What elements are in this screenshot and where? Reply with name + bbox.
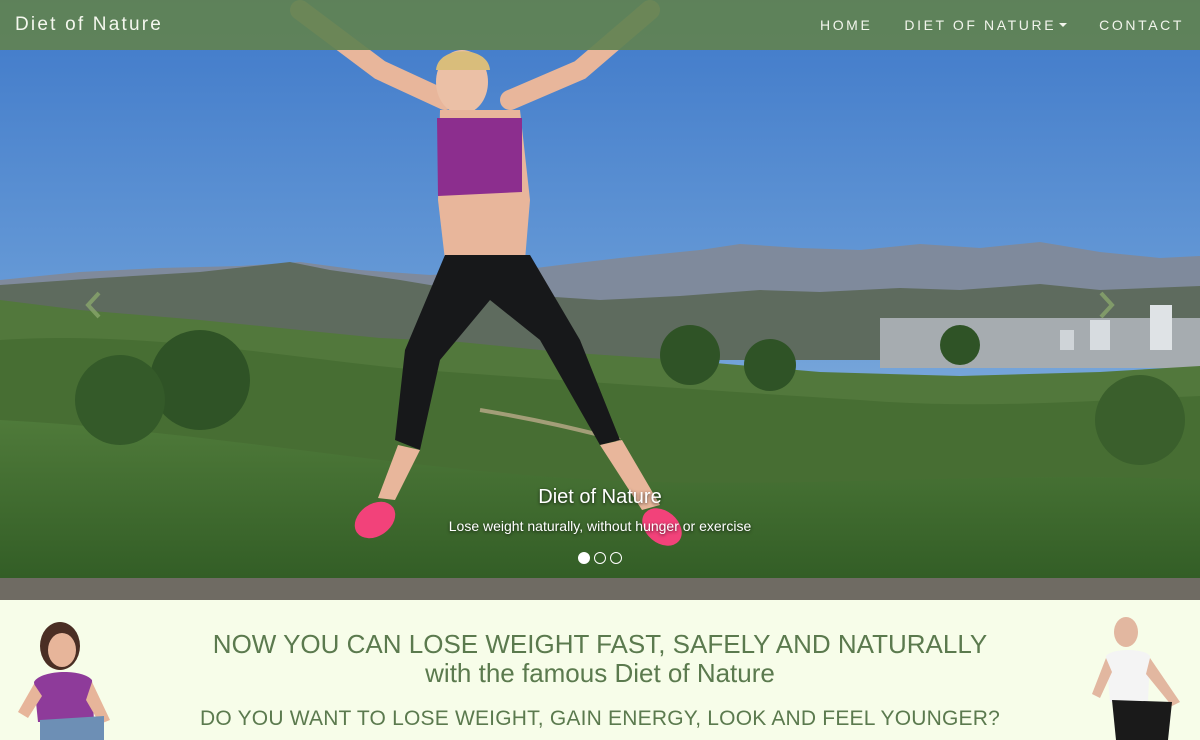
headline-line-1: NOW YOU CAN LOSE WEIGHT FAST, SAFELY AND…	[212, 629, 988, 659]
carousel-indicator-1[interactable]	[578, 552, 590, 564]
carousel-caption: Diet of Nature Lose weight naturally, wi…	[0, 486, 1200, 534]
nav-menu: HOME DIET OF NATURE CONTACT	[804, 0, 1200, 50]
nav-home-link[interactable]: HOME	[804, 0, 888, 50]
carousel-prev-button[interactable]	[78, 285, 108, 325]
nav-home-label: HOME	[819, 17, 873, 33]
caret-down-icon	[1059, 23, 1068, 27]
nav-diet-label: DIET OF NATURE	[904, 17, 1057, 33]
carousel-indicator-3[interactable]	[610, 552, 622, 564]
nav-diet-dropdown[interactable]: DIET OF NATURE	[888, 0, 1083, 50]
hero-carousel: Diet of Nature Lose weight naturally, wi…	[0, 0, 1200, 600]
carousel-indicator-2[interactable]	[594, 552, 606, 564]
top-navbar: Diet of Nature HOME DIET OF NATURE CONTA…	[0, 0, 1200, 50]
intro-subheadline: DO YOU WANT TO LOSE WEIGHT, GAIN ENERGY,…	[200, 707, 1000, 730]
intro-section: NOW YOU CAN LOSE WEIGHT FAST, SAFELY AND…	[0, 600, 1200, 740]
headline-line-2: with the famous Diet of Nature	[425, 658, 775, 688]
nav-contact-label: CONTACT	[1099, 17, 1184, 33]
intro-headline: NOW YOU CAN LOSE WEIGHT FAST, SAFELY AND…	[0, 630, 1200, 688]
brand-link[interactable]: Diet of Nature	[0, 14, 163, 36]
carousel-next-button[interactable]	[1092, 285, 1122, 325]
nav-contact-link[interactable]: CONTACT	[1083, 0, 1184, 50]
caption-title: Diet of Nature	[538, 486, 662, 508]
chevron-right-icon	[1099, 291, 1115, 319]
carousel-indicators	[0, 552, 1200, 564]
man-before-after-image	[1092, 617, 1180, 740]
caption-text: Lose weight naturally, without hunger or…	[448, 518, 752, 534]
chevron-left-icon	[85, 291, 101, 319]
